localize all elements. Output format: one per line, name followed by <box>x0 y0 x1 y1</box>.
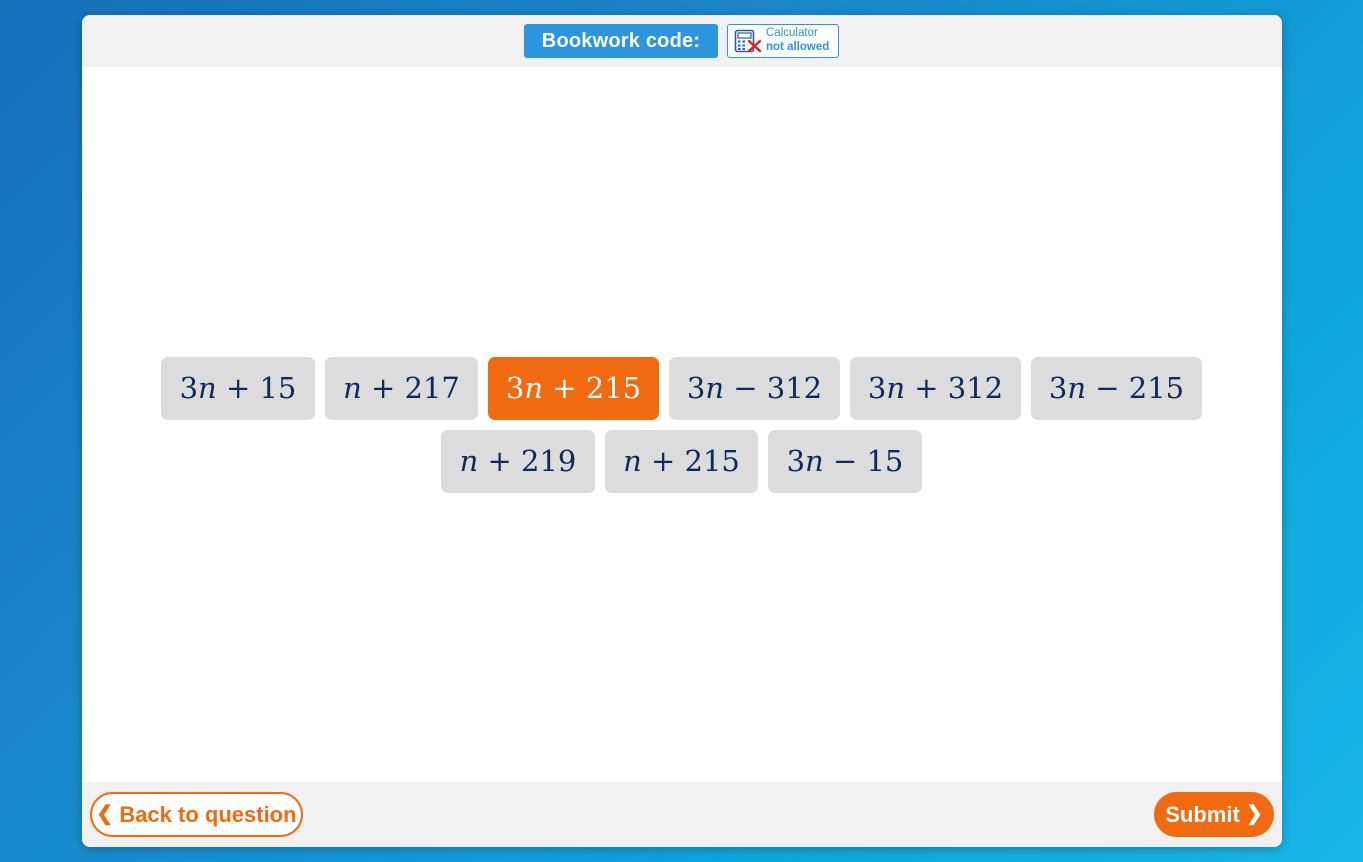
answer-option[interactable]: 3n + 312 <box>850 357 1021 420</box>
answer-option[interactable]: n + 215 <box>605 430 758 493</box>
answer-options: 3n + 15 n + 217 3n + 215 3n − 312 3n + 3… <box>82 15 1282 847</box>
answer-option[interactable]: 3n + 15 <box>161 357 315 420</box>
submit-button[interactable]: Submit ❯ <box>1154 792 1274 837</box>
back-to-question-button[interactable]: ❮ Back to question <box>90 792 303 837</box>
chevron-left-icon: ❮ <box>96 803 114 825</box>
answer-option-selected[interactable]: 3n + 215 <box>488 357 659 420</box>
answer-option[interactable]: n + 217 <box>325 357 478 420</box>
answer-option[interactable]: 3n − 312 <box>669 357 840 420</box>
back-button-label: Back to question <box>119 802 297 827</box>
answer-option[interactable]: 3n − 215 <box>1031 357 1202 420</box>
answer-option[interactable]: n + 219 <box>441 430 595 493</box>
submit-button-label: Submit <box>1165 802 1240 827</box>
footer-bar: ❮ Back to question Submit ❯ <box>82 782 1282 847</box>
chevron-right-icon: ❯ <box>1245 803 1263 825</box>
answer-option[interactable]: 3n − 15 <box>768 430 922 493</box>
question-card: Bookwork code: K18 Calculator not allowe… <box>82 15 1282 847</box>
